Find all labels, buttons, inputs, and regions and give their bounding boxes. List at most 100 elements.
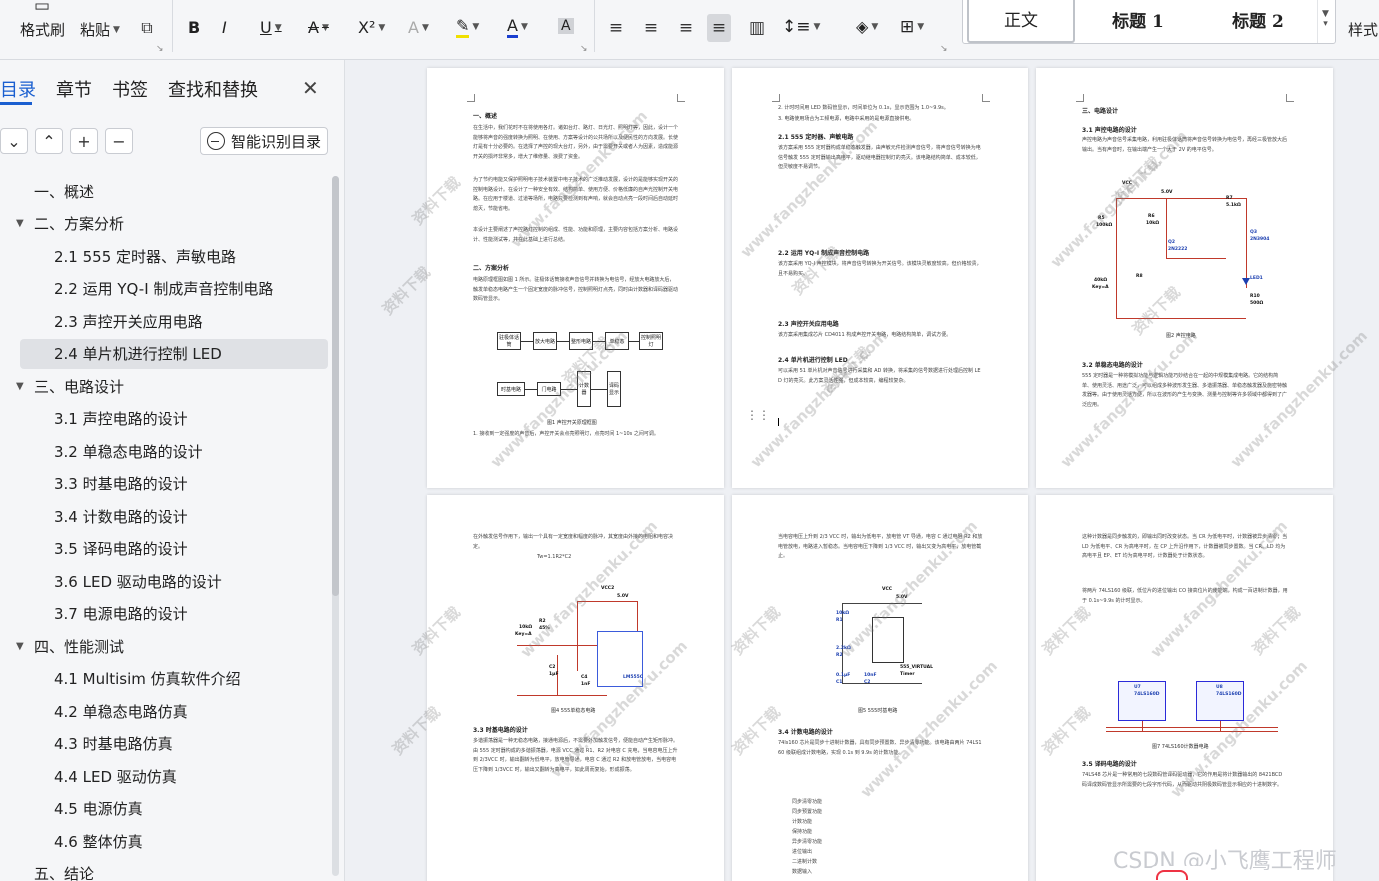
toc-item[interactable]: 4.1 Multisim 仿真软件介绍 <box>20 664 328 694</box>
promote-level-button[interactable]: ⌃ <box>35 128 63 154</box>
formula: Tw=1.1R2*C2 <box>537 554 572 560</box>
bold-button[interactable]: B <box>188 18 200 37</box>
justify-icon[interactable]: ≡ <box>707 14 731 42</box>
add-heading-button[interactable]: + <box>70 128 98 154</box>
paste-button[interactable]: 粘贴 ▼ <box>80 19 120 40</box>
toc-item[interactable]: 2.2 运用 YQ-I 制成声音控制电路 <box>20 274 328 304</box>
remove-heading-button[interactable]: − <box>105 128 133 154</box>
toc-item[interactable]: 五、结论 <box>20 859 328 881</box>
tab-bookmarks[interactable]: 书签 <box>112 76 148 102</box>
chevron-down-icon[interactable]: ▼ <box>378 23 385 33</box>
toc-item[interactable]: 3.3 时基电路的设计 <box>20 469 328 499</box>
chevron-down-icon[interactable]: ▼ <box>871 22 878 32</box>
style-gallery-more[interactable]: ▼ ▾ <box>1317 0 1333 43</box>
text-effect-button[interactable]: A ▼ <box>408 18 429 37</box>
paragraph: 电路原理框图如图 1 所示。驻极体话筒接收声音信号并转换为电信号，经放大电路放大… <box>473 277 679 302</box>
collapse-all-button[interactable]: ⌄ <box>0 128 28 154</box>
align-center-icon[interactable]: ≡ <box>639 18 663 38</box>
tab-chapters[interactable]: 章节 <box>56 76 92 102</box>
italic-button[interactable]: I <box>222 18 227 37</box>
toc-item[interactable]: ▼ 四、性能测试 <box>16 631 328 661</box>
format-painter-button[interactable]: 格式刷 <box>20 19 65 40</box>
paragraph-launcher-icon[interactable]: ↘ <box>940 44 948 54</box>
style-heading-2[interactable]: 标题 2 <box>1203 0 1313 43</box>
toc-item[interactable]: 4.3 时基电路仿真 <box>20 729 328 759</box>
distributed-align-icon[interactable]: ▥ <box>745 18 769 38</box>
toc-item[interactable]: 3.1 声控电路的设计 <box>20 404 328 434</box>
line-spacing-button[interactable]: ↕≡ ▼ <box>782 17 820 37</box>
toc-item[interactable]: 一、概述 <box>20 176 328 206</box>
smart-toc-button[interactable]: 智能识别目录 <box>200 127 328 155</box>
chevron-down-icon: ⌄ <box>7 131 21 151</box>
toc-item[interactable]: ▼ 二、方案分析 <box>16 209 328 239</box>
chevron-down-icon[interactable]: ▼ <box>275 23 282 33</box>
chevron-down-icon[interactable]: ▼ <box>113 25 120 35</box>
styles-button[interactable]: 样式 <box>1348 19 1378 40</box>
shading-button[interactable]: ◈ ▼ <box>856 17 878 36</box>
font-color-button[interactable]: A ▼ <box>507 16 528 38</box>
page-2[interactable]: 2. 计时时间用 LED 数码管显示，时间单位为 0.1s，显示范围为 1.0~… <box>732 68 1028 488</box>
page-4[interactable]: 在外触发信号作用下，输出一个具有一定宽度和幅度的脉冲，其宽度由外接的电阻和电容决… <box>427 495 724 881</box>
highlight-button[interactable]: ✎ ▼ <box>456 16 479 38</box>
font-launcher-icon[interactable]: ↘ <box>580 44 588 54</box>
char-shading-button[interactable]: A <box>558 18 574 34</box>
scroll-thumb[interactable] <box>332 176 339 596</box>
toc-item[interactable]: 4.5 电源仿真 <box>20 794 328 824</box>
chevron-down-icon[interactable]: ▼ <box>322 23 329 33</box>
toc-item-label: 4.4 LED 驱动仿真 <box>54 767 177 786</box>
toc-item[interactable]: 3.6 LED 驱动电路的设计 <box>20 566 328 596</box>
strikethrough-button[interactable]: A ▼ <box>308 18 329 37</box>
chevron-down-icon[interactable]: ▼ <box>917 22 924 32</box>
chevron-down-icon[interactable]: ▼ <box>1322 9 1329 19</box>
toc-item[interactable]: 3.2 单稳态电路的设计 <box>20 436 328 466</box>
taskbar-app-icon[interactable] <box>1150 866 1205 881</box>
chevron-down-icon[interactable]: ▼ <box>472 22 479 32</box>
page-6[interactable]: 这种计数器是同步触发的，即输出同时改变状态。当 CR 为低电平时，计数器被异步清… <box>1036 495 1333 881</box>
component-label: LED1 <box>1250 276 1263 281</box>
crop-mark <box>467 94 475 102</box>
toc-item[interactable]: 4.4 LED 驱动仿真 <box>20 761 328 791</box>
style-normal[interactable]: 正文 <box>967 0 1075 43</box>
align-left-icon[interactable]: ≡ <box>604 18 628 38</box>
close-icon[interactable]: ✕ <box>302 76 319 100</box>
superscript-button[interactable]: X² ▼ <box>358 18 385 37</box>
toc-item[interactable]: 2.3 声控开关应用电路 <box>20 306 328 336</box>
chevron-down-icon[interactable]: ▼ <box>422 23 429 33</box>
underline-button[interactable]: U ▼ <box>260 18 282 37</box>
page-5[interactable]: 当电容电压上升到 2/3 VCC 时，输出为低电平，放电管 VT 导通，电容 C… <box>732 495 1028 881</box>
clipboard-launcher-icon[interactable]: ↘ <box>156 44 164 54</box>
chevron-down-icon[interactable]: ▼ <box>814 22 821 32</box>
toc-item[interactable]: 2.1 555 定时器、声敏电路 <box>20 241 328 271</box>
copy-icon[interactable]: ⧉ <box>135 18 159 38</box>
component-label: 10nF <box>864 673 877 678</box>
tab-toc[interactable]: 目录 <box>0 76 36 102</box>
chevron-down-icon[interactable]: ▼ <box>16 218 24 229</box>
expand-icon[interactable]: ▾ <box>1323 19 1328 29</box>
toc-item[interactable]: 3.4 计数电路的设计 <box>20 501 328 531</box>
toc-item[interactable]: ▼ 三、电路设计 <box>16 371 328 401</box>
component-label: R2 <box>539 619 546 624</box>
toc-item[interactable]: 3.5 译码电路的设计 <box>20 534 328 564</box>
toc-item[interactable]: 4.2 单稳态电路仿真 <box>20 696 328 726</box>
format-painter-icon[interactable]: ▭ <box>30 0 54 16</box>
nav-scrollbar[interactable] <box>332 176 339 876</box>
list-item: 进位输出 <box>792 849 813 855</box>
tab-find-replace[interactable]: 查找和替换 <box>168 76 258 102</box>
page-3[interactable]: 三、电路设计 3.1 声控电路的设计 声控电路为声音信号采集电路，利用驻极体话筒… <box>1036 68 1333 488</box>
toc-item[interactable]: 3.7 电源电路的设计 <box>20 599 328 629</box>
drag-handle-icon[interactable]: ⋮⋮ <box>746 409 770 421</box>
chevron-down-icon[interactable]: ▼ <box>521 22 528 32</box>
highlighter-icon: ✎ <box>456 16 470 38</box>
chevron-down-icon[interactable]: ▼ <box>16 381 24 392</box>
diagram-arrow <box>521 341 533 342</box>
component-label: 40kΩ <box>1094 278 1108 283</box>
chevron-down-icon[interactable]: ▼ <box>16 641 24 652</box>
toc-item[interactable]: 2.4 单片机进行控制 LED <box>20 338 328 369</box>
page-1[interactable]: 一、概述 在生活中，我们花时不在将使用各灯。诸如台灯、路灯、日光灯、照明灯等，因… <box>427 68 724 488</box>
style-heading-1[interactable]: 标题 1 <box>1083 0 1193 43</box>
schematic-wire <box>1116 198 1117 318</box>
borders-button[interactable]: ⊞ ▼ <box>900 17 924 37</box>
component-label: R7 <box>1226 196 1233 201</box>
toc-item[interactable]: 4.6 整体仿真 <box>20 826 328 856</box>
align-right-icon[interactable]: ≡ <box>674 18 698 38</box>
